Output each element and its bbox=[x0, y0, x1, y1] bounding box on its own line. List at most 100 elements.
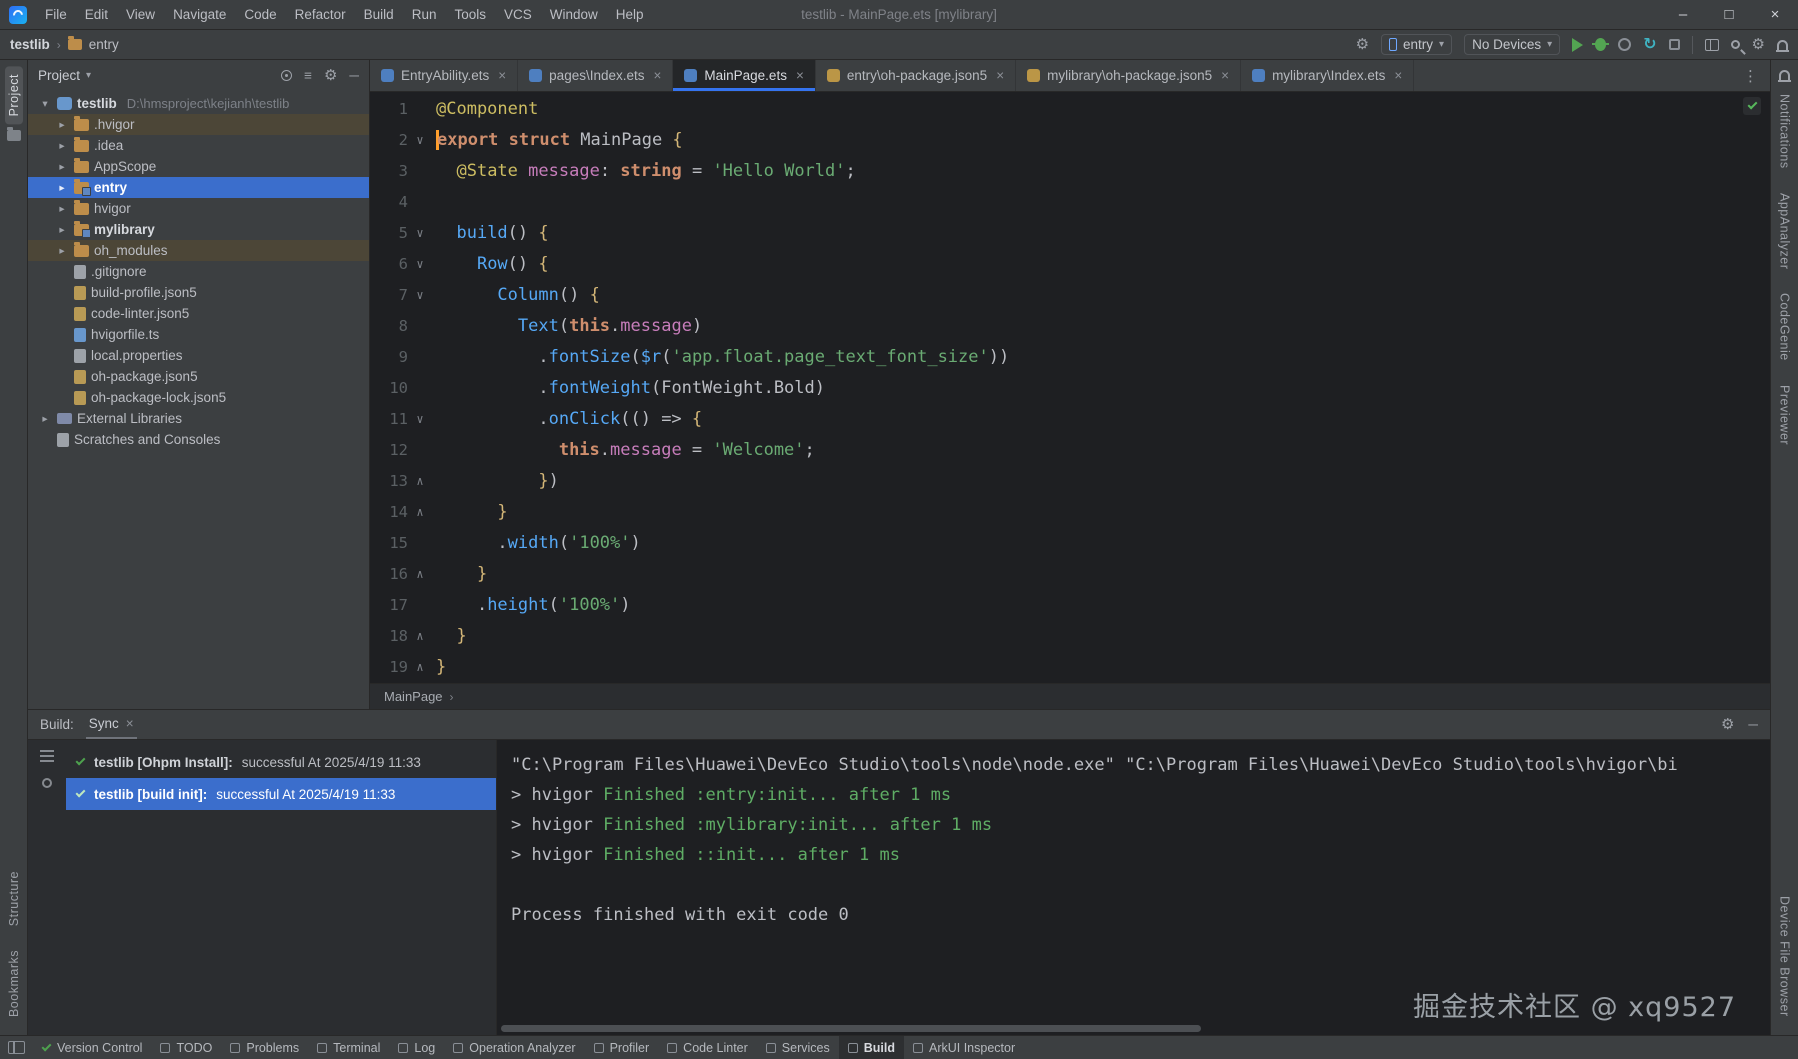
pin-icon[interactable] bbox=[42, 778, 52, 788]
gear-icon[interactable]: ⚙ bbox=[1356, 37, 1369, 52]
chevron-down-icon[interactable]: ▾ bbox=[86, 70, 91, 81]
close-tab-icon[interactable]: × bbox=[654, 68, 662, 83]
tree-item-oh-package-lock-json5[interactable]: oh-package-lock.json5 bbox=[28, 387, 369, 408]
code-text[interactable]: this.message = 'Welcome'; bbox=[436, 435, 815, 466]
menu-window[interactable]: Window bbox=[541, 0, 607, 29]
layout-grid-icon[interactable] bbox=[1705, 39, 1719, 51]
menu-vcs[interactable]: VCS bbox=[495, 0, 541, 29]
tree-item-appscope[interactable]: ▸AppScope bbox=[28, 156, 369, 177]
chevron-right-icon[interactable]: ▸ bbox=[55, 182, 69, 194]
maximize-button[interactable]: □ bbox=[1706, 0, 1752, 29]
status-version-control[interactable]: Version Control bbox=[33, 1036, 151, 1059]
status-todo[interactable]: TODO bbox=[151, 1036, 221, 1059]
chevron-right-icon[interactable]: ▸ bbox=[55, 140, 69, 152]
panel-settings-gear-icon[interactable]: ⚙ bbox=[324, 68, 337, 83]
status-profiler[interactable]: Profiler bbox=[585, 1036, 659, 1059]
notifications-bell-icon[interactable] bbox=[1777, 40, 1788, 50]
status-log[interactable]: Log bbox=[389, 1036, 444, 1059]
close-tab-icon[interactable]: × bbox=[1221, 68, 1229, 83]
build-settings-gear-icon[interactable]: ⚙ bbox=[1721, 717, 1734, 732]
tool-window-widget-icon[interactable] bbox=[8, 1041, 25, 1054]
hide-panel-icon[interactable]: ─ bbox=[1748, 717, 1758, 732]
sync-project-button[interactable]: ↻ bbox=[1643, 37, 1656, 53]
menu-file[interactable]: File bbox=[36, 0, 76, 29]
close-button[interactable]: × bbox=[1752, 0, 1798, 29]
run-button[interactable] bbox=[1572, 38, 1583, 52]
code-text[interactable]: .height('100%') bbox=[436, 590, 631, 621]
tree-item-scratches-and-consoles[interactable]: Scratches and Consoles bbox=[28, 429, 369, 450]
chevron-right-icon[interactable]: ▸ bbox=[55, 161, 69, 173]
status-build[interactable]: Build bbox=[839, 1036, 904, 1059]
close-tab-icon[interactable]: × bbox=[498, 68, 506, 83]
code-text[interactable]: .onClick(() => { bbox=[436, 404, 702, 435]
expand-icon[interactable]: ≡ bbox=[304, 68, 312, 83]
tree-item-hvigorfile-ts[interactable]: hvigorfile.ts bbox=[28, 324, 369, 345]
close-tab-icon[interactable]: × bbox=[1394, 68, 1402, 83]
tab-options-icon[interactable]: ⋮ bbox=[1731, 60, 1770, 91]
status-terminal[interactable]: Terminal bbox=[308, 1036, 389, 1059]
debug-button[interactable] bbox=[1595, 38, 1606, 51]
horizontal-scrollbar[interactable] bbox=[501, 1025, 1201, 1032]
tab-entry-oh-package-json5[interactable]: entry\oh-package.json5× bbox=[816, 60, 1016, 91]
fold-marker-icon[interactable]: ∧ bbox=[408, 559, 432, 590]
tree-item-code-linter-json5[interactable]: code-linter.json5 bbox=[28, 303, 369, 324]
tree-item-oh-package-json5[interactable]: oh-package.json5 bbox=[28, 366, 369, 387]
breadcrumb-item[interactable]: MainPage bbox=[384, 689, 443, 704]
search-icon[interactable] bbox=[1731, 40, 1740, 49]
chevron-right-icon[interactable]: ▸ bbox=[55, 224, 69, 236]
device-select[interactable]: No Devices ▾ bbox=[1464, 34, 1560, 55]
tab-mainpage-ets[interactable]: MainPage.ets× bbox=[673, 60, 815, 91]
run-config-select[interactable]: entry ▾ bbox=[1381, 34, 1452, 55]
tool-tab-previewer[interactable]: Previewer bbox=[1776, 377, 1794, 453]
tab-mylibrary-index-ets[interactable]: mylibrary\Index.ets× bbox=[1241, 60, 1414, 91]
tree-item-gitignore[interactable]: .gitignore bbox=[28, 261, 369, 282]
tool-tab-device-file-browser[interactable]: Device File Browser bbox=[1776, 888, 1794, 1025]
menu-run[interactable]: Run bbox=[403, 0, 446, 29]
tool-tab-notifications[interactable]: Notifications bbox=[1776, 86, 1794, 177]
close-tab-icon[interactable]: × bbox=[996, 68, 1004, 83]
hide-panel-icon[interactable]: ─ bbox=[349, 68, 359, 83]
menu-edit[interactable]: Edit bbox=[76, 0, 117, 29]
tool-tab-appanalyzer[interactable]: AppAnalyzer bbox=[1776, 185, 1794, 277]
status-arkui-inspector[interactable]: ArkUI Inspector bbox=[904, 1036, 1024, 1059]
code-text[interactable]: }) bbox=[436, 466, 559, 497]
menu-build[interactable]: Build bbox=[355, 0, 403, 29]
menu-refactor[interactable]: Refactor bbox=[286, 0, 355, 29]
inspection-status-widget[interactable] bbox=[1743, 97, 1761, 115]
tab-pages-index-ets[interactable]: pages\Index.ets× bbox=[518, 60, 673, 91]
code-text[interactable]: } bbox=[436, 621, 467, 652]
fold-marker-icon[interactable]: ∨ bbox=[408, 280, 432, 311]
code-text[interactable]: @State message: string = 'Hello World'; bbox=[436, 156, 856, 187]
status-services[interactable]: Services bbox=[757, 1036, 839, 1059]
fold-marker-icon[interactable]: ∧ bbox=[408, 497, 432, 528]
close-tab-icon[interactable]: × bbox=[126, 716, 134, 731]
code-text[interactable]: } bbox=[436, 652, 446, 683]
chevron-down-icon[interactable]: ▾ bbox=[38, 98, 52, 110]
status-code-linter[interactable]: Code Linter bbox=[658, 1036, 757, 1059]
build-console[interactable]: "C:\Program Files\Huawei\DevEco Studio\t… bbox=[496, 740, 1770, 1035]
tab-entryability-ets[interactable]: EntryAbility.ets× bbox=[370, 60, 518, 91]
status-operation-analyzer[interactable]: Operation Analyzer bbox=[444, 1036, 584, 1059]
code-text[interactable]: .width('100%') bbox=[436, 528, 641, 559]
breadcrumb-project[interactable]: testlib bbox=[10, 37, 50, 52]
filter-icon[interactable] bbox=[40, 750, 54, 762]
tree-item-mylibrary[interactable]: ▸mylibrary bbox=[28, 219, 369, 240]
locate-file-icon[interactable] bbox=[281, 70, 292, 81]
chevron-right-icon[interactable]: ▸ bbox=[55, 119, 69, 131]
code-text[interactable]: Row() { bbox=[436, 249, 549, 280]
code-text[interactable]: .fontSize($r('app.float.page_text_font_s… bbox=[436, 342, 1009, 373]
chevron-right-icon[interactable]: ▸ bbox=[55, 245, 69, 257]
project-panel-title[interactable]: Project bbox=[38, 68, 80, 83]
tool-tab-structure[interactable]: Structure bbox=[5, 863, 23, 934]
code-text[interactable]: .fontWeight(FontWeight.Bold) bbox=[436, 373, 825, 404]
code-text[interactable]: build() { bbox=[436, 218, 549, 249]
notifications-bell-icon[interactable] bbox=[1779, 70, 1790, 80]
close-tab-icon[interactable]: × bbox=[796, 68, 804, 83]
fold-marker-icon[interactable]: ∨ bbox=[408, 404, 432, 435]
fold-marker-icon[interactable]: ∧ bbox=[408, 621, 432, 652]
code-editor[interactable]: 1@Component2∨export struct MainPage {3 @… bbox=[370, 92, 1770, 683]
fold-marker-icon[interactable]: ∧ bbox=[408, 466, 432, 497]
code-text[interactable]: } bbox=[436, 497, 508, 528]
tree-item-local-properties[interactable]: local.properties bbox=[28, 345, 369, 366]
tree-item-idea[interactable]: ▸.idea bbox=[28, 135, 369, 156]
